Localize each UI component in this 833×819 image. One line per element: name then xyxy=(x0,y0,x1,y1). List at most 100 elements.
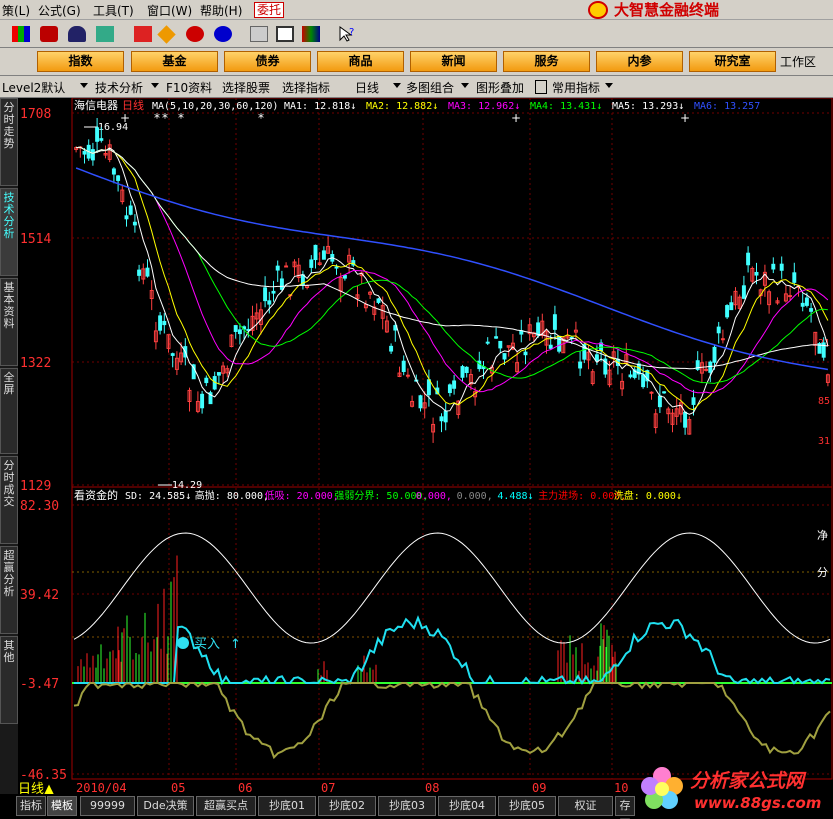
color-icon[interactable] xyxy=(12,26,30,42)
chevron-down-icon[interactable] xyxy=(605,83,613,88)
chevron-down-icon[interactable] xyxy=(461,83,469,88)
books-icon[interactable] xyxy=(302,26,320,42)
tools-icon[interactable] xyxy=(96,26,114,42)
nav-news-button[interactable]: 新闻 xyxy=(410,51,497,72)
tech-analysis-dropdown[interactable]: 技术分析 xyxy=(95,79,143,96)
tab-other[interactable]: 其他 xyxy=(0,636,18,724)
nav-insider-button[interactable]: 内参 xyxy=(596,51,683,72)
candle-body xyxy=(552,314,557,330)
draw-icon[interactable] xyxy=(134,26,152,42)
candle-body xyxy=(111,168,116,175)
candle-body xyxy=(95,127,100,142)
candle-body xyxy=(162,320,167,326)
x-tick-label: 07 xyxy=(321,781,335,794)
chevron-down-icon[interactable] xyxy=(151,83,159,88)
candle-body xyxy=(309,259,314,268)
workarea-label[interactable]: 工作区 xyxy=(780,53,816,70)
chevron-down-icon[interactable] xyxy=(80,83,88,88)
chart-area[interactable]: 1708 1514 1322 1129 82.30 39.42 -3.47 -4… xyxy=(18,98,833,794)
ma-value-6: MA6: 13.257 xyxy=(694,101,760,112)
multi-chart-dropdown[interactable]: 多图组合 xyxy=(406,79,454,96)
candle-body xyxy=(145,267,150,277)
tab-bottom02[interactable]: 抄底02 xyxy=(318,796,376,816)
tab-super-buy[interactable]: 超赢买点 xyxy=(196,796,256,816)
candle-body xyxy=(800,302,805,307)
tab-fullscreen[interactable]: 全屏 xyxy=(0,368,18,454)
tab-bottom05[interactable]: 抄底05 xyxy=(498,796,556,816)
candle-body xyxy=(443,410,448,423)
candle-body xyxy=(754,271,759,276)
indicator-bars xyxy=(77,555,617,683)
red-circle-icon[interactable] xyxy=(186,26,204,42)
toolbar: ? xyxy=(0,20,833,48)
lock-icon[interactable] xyxy=(535,80,547,94)
candle-body xyxy=(313,244,318,261)
f10-button[interactable]: F10资料 xyxy=(166,79,212,96)
select-indicator-button[interactable]: 选择指标 xyxy=(282,79,330,96)
flag-icon[interactable] xyxy=(40,26,58,42)
candle-body xyxy=(657,395,662,408)
diamond-icon[interactable] xyxy=(157,25,176,44)
window-icon[interactable] xyxy=(250,26,268,42)
nav-bond-button[interactable]: 债券 xyxy=(224,51,311,72)
candle-body xyxy=(809,308,814,312)
nav-commodity-button[interactable]: 商品 xyxy=(317,51,404,72)
period-dropdown[interactable]: 日线 xyxy=(355,79,379,96)
tab-bottom01[interactable]: 抄底01 xyxy=(258,796,316,816)
x-tick-label: 2010/04 xyxy=(76,781,127,794)
level2-default-dropdown[interactable]: Level2默认 xyxy=(2,79,65,96)
overlay-button[interactable]: 图形叠加 xyxy=(476,79,524,96)
watermark: 分析家公式网 www.88gs.com xyxy=(630,760,833,819)
nav-index-button[interactable]: 指数 xyxy=(37,51,124,72)
candle-body xyxy=(284,265,289,268)
menu-help[interactable]: 帮助(H) xyxy=(200,2,242,19)
help-pointer-icon[interactable]: ? xyxy=(338,26,356,42)
candle-body xyxy=(279,278,284,290)
x-tick-label: 10 xyxy=(614,781,628,794)
menu-formula[interactable]: 公式(G) xyxy=(38,2,81,19)
candle-body xyxy=(90,149,95,161)
tab-dde[interactable]: Dde决策 xyxy=(137,796,194,816)
tab-fundamental[interactable]: 基本资料 xyxy=(0,278,18,366)
candle-body xyxy=(498,340,503,349)
tab-99999[interactable]: 99999 xyxy=(80,796,135,816)
nav-research-button[interactable]: 研究室 xyxy=(689,51,776,72)
x-tick-label: 08 xyxy=(425,781,439,794)
brand-title: 大智慧金融终端 xyxy=(588,0,833,20)
tab-template[interactable]: 模板 xyxy=(47,796,77,816)
tab-tick-trades[interactable]: 分时成交 xyxy=(0,456,18,544)
indicator-frame xyxy=(71,486,833,780)
candle-body xyxy=(708,361,713,373)
sd-line xyxy=(73,532,831,644)
nav-fund-button[interactable]: 基金 xyxy=(131,51,218,72)
ma-lines xyxy=(75,146,829,415)
indicator-param-4: 0.000, xyxy=(416,491,452,502)
x-tick-label: 09 xyxy=(532,781,546,794)
tab-bottom04[interactable]: 抄底04 xyxy=(438,796,496,816)
nav-service-button[interactable]: 服务 xyxy=(503,51,590,72)
x-axis-labels: 2010/04 05 06 07 08 09 10 xyxy=(76,781,628,794)
tab-intraday[interactable]: 分时走势 xyxy=(0,98,18,186)
menu-strategy[interactable]: 策(L) xyxy=(2,2,30,19)
layout-icon[interactable] xyxy=(276,26,294,42)
common-indicator-dropdown[interactable]: 常用指标 xyxy=(552,79,600,96)
indicator-param-5: 0.000, xyxy=(457,491,493,502)
tab-super-analysis[interactable]: 超赢分析 xyxy=(0,546,18,634)
tab-warrant[interactable]: 权证 xyxy=(558,796,613,816)
tab-indicator[interactable]: 指标 xyxy=(16,796,46,816)
select-stock-button[interactable]: 选择股票 xyxy=(222,79,270,96)
chart-canvas[interactable]: 1708 1514 1322 1129 82.30 39.42 -3.47 -4… xyxy=(18,98,833,794)
x-tick-label: 06 xyxy=(238,781,252,794)
chevron-down-icon[interactable] xyxy=(393,83,401,88)
menu-window[interactable]: 窗口(W) xyxy=(147,2,192,19)
candle-body xyxy=(132,221,137,226)
delegate-button[interactable]: 委托 xyxy=(254,2,284,18)
candle-body xyxy=(578,361,583,369)
blue-circle-icon[interactable] xyxy=(214,26,232,42)
tab-bottom03[interactable]: 抄底03 xyxy=(378,796,436,816)
binoculars-icon[interactable] xyxy=(68,26,86,42)
tab-technical[interactable]: 技术分析 xyxy=(0,188,18,276)
candle-body xyxy=(204,377,209,384)
candle-body xyxy=(267,300,272,305)
menu-tools[interactable]: 工具(T) xyxy=(93,2,134,19)
